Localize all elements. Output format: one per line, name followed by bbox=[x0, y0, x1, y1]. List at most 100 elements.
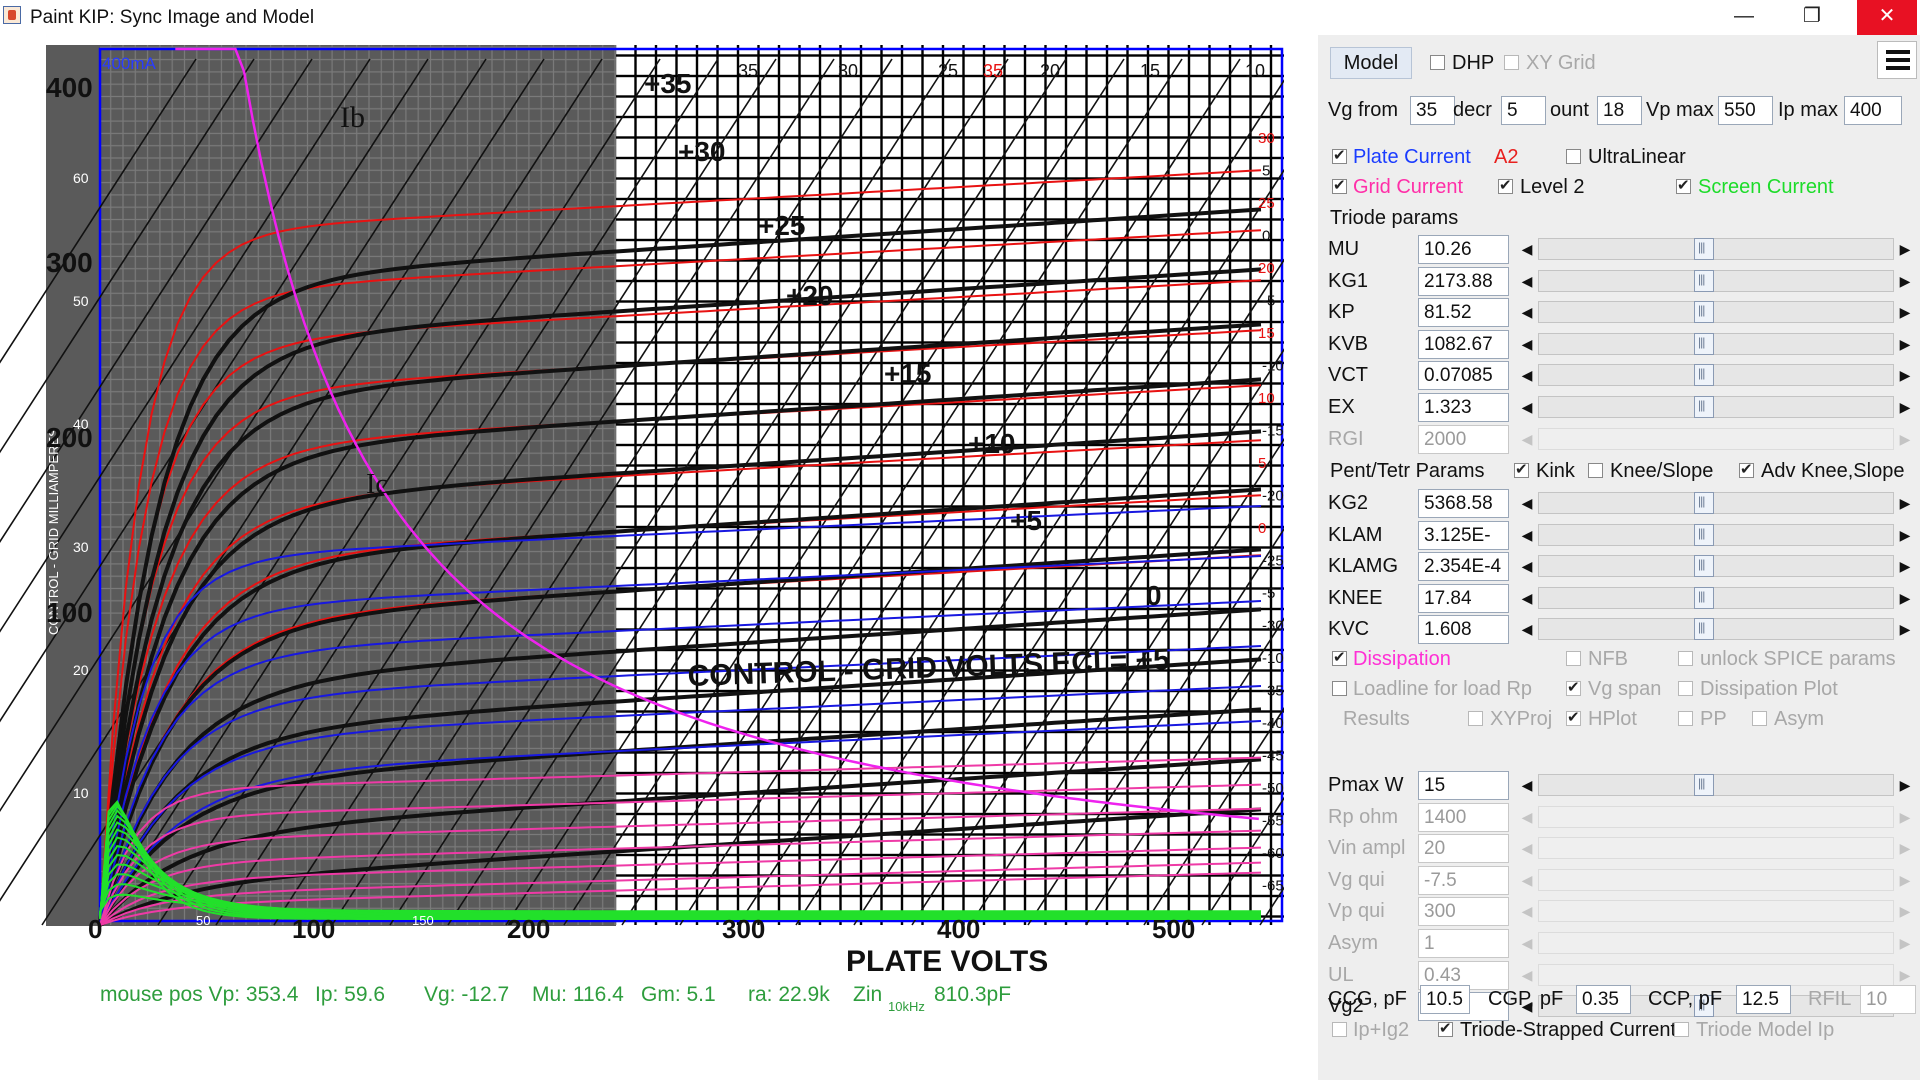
slider-track[interactable] bbox=[1538, 837, 1894, 860]
grid-current-checkbox[interactable] bbox=[1332, 176, 1347, 194]
count-input[interactable]: 18 bbox=[1597, 96, 1642, 125]
slider-thumb[interactable] bbox=[1694, 269, 1714, 292]
triode-param-slider[interactable]: ◀▶ bbox=[1516, 331, 1916, 358]
slider-track[interactable] bbox=[1538, 301, 1894, 324]
loadline-checkbox[interactable] bbox=[1332, 681, 1347, 696]
scroll-right-icon[interactable]: ▶ bbox=[1894, 362, 1916, 389]
hplot-checkbox[interactable] bbox=[1566, 708, 1581, 726]
pent-param-slider[interactable]: ◀▶ bbox=[1516, 490, 1916, 517]
hamburger-menu-icon[interactable] bbox=[1877, 41, 1917, 79]
scroll-left-icon[interactable]: ◀ bbox=[1516, 962, 1538, 989]
asym-checkbox[interactable] bbox=[1752, 711, 1767, 726]
pp-checkbox[interactable] bbox=[1678, 711, 1693, 726]
scroll-right-icon[interactable]: ▶ bbox=[1894, 490, 1916, 517]
triode-param-slider[interactable]: ◀▶ bbox=[1516, 394, 1916, 421]
scroll-right-icon[interactable]: ▶ bbox=[1894, 331, 1916, 358]
xy-grid-checkbox[interactable] bbox=[1504, 55, 1519, 70]
scroll-left-icon[interactable]: ◀ bbox=[1516, 835, 1538, 862]
scroll-right-icon[interactable]: ▶ bbox=[1894, 299, 1916, 326]
xyproj-checkbox[interactable] bbox=[1468, 711, 1483, 726]
load-param-slider[interactable]: ◀▶ bbox=[1516, 772, 1916, 799]
triode-param-slider[interactable]: ◀▶ bbox=[1516, 299, 1916, 326]
triode-param-slider[interactable]: ◀▶ bbox=[1516, 426, 1916, 453]
pent-param-input[interactable]: 3.125E-10 bbox=[1418, 520, 1509, 573]
pent-param-input[interactable]: 5368.58 bbox=[1418, 489, 1509, 518]
scroll-left-icon[interactable]: ◀ bbox=[1516, 867, 1538, 894]
scroll-right-icon[interactable]: ▶ bbox=[1894, 835, 1916, 862]
slider-track[interactable] bbox=[1538, 427, 1894, 450]
dissipation-plot-checkbox[interactable] bbox=[1678, 681, 1693, 696]
load-param-input[interactable]: 15 bbox=[1418, 771, 1509, 800]
slider-thumb[interactable] bbox=[1694, 523, 1714, 546]
load-param-input[interactable]: 1400 bbox=[1418, 802, 1509, 832]
kink-checkbox[interactable] bbox=[1514, 460, 1529, 478]
scroll-left-icon[interactable]: ◀ bbox=[1516, 898, 1538, 925]
triode-param-input[interactable]: 1.323 bbox=[1418, 393, 1509, 422]
slider-thumb[interactable] bbox=[1694, 555, 1714, 578]
plate-curve-plot[interactable]: 400mA CONTROL - GRID MILLIAMPERES 400300… bbox=[0, 35, 1318, 980]
scroll-left-icon[interactable]: ◀ bbox=[1516, 362, 1538, 389]
scroll-left-icon[interactable]: ◀ bbox=[1516, 585, 1538, 612]
pent-param-slider[interactable]: ◀▶ bbox=[1516, 616, 1916, 643]
slider-thumb[interactable] bbox=[1694, 618, 1714, 641]
scroll-left-icon[interactable]: ◀ bbox=[1516, 331, 1538, 358]
slider-track[interactable] bbox=[1538, 900, 1894, 923]
scroll-left-icon[interactable]: ◀ bbox=[1516, 490, 1538, 517]
triode-param-slider[interactable]: ◀▶ bbox=[1516, 362, 1916, 389]
slider-track[interactable] bbox=[1538, 364, 1894, 387]
slider-track[interactable] bbox=[1538, 586, 1894, 609]
triode-param-input[interactable]: 10.26 bbox=[1418, 235, 1509, 264]
triode-param-input[interactable]: 2000 bbox=[1418, 424, 1509, 454]
slider-track[interactable] bbox=[1538, 555, 1894, 578]
scroll-left-icon[interactable]: ◀ bbox=[1516, 804, 1538, 831]
slider-track[interactable] bbox=[1538, 523, 1894, 546]
scroll-left-icon[interactable]: ◀ bbox=[1516, 394, 1538, 421]
level2-checkbox[interactable] bbox=[1498, 176, 1513, 194]
load-param-input[interactable]: 1 bbox=[1418, 929, 1509, 958]
plot-canvas[interactable]: 400mA CONTROL - GRID MILLIAMPERES 400 300… bbox=[0, 35, 1318, 1080]
slider-track[interactable] bbox=[1538, 269, 1894, 292]
ultralinear-checkbox[interactable] bbox=[1566, 149, 1581, 164]
decr-input[interactable]: 5 bbox=[1501, 96, 1546, 125]
cgp-input[interactable]: 0.35 bbox=[1576, 985, 1631, 1014]
scroll-left-icon[interactable]: ◀ bbox=[1516, 930, 1538, 957]
slider-track[interactable] bbox=[1538, 618, 1894, 641]
vg-from-input[interactable]: 35 bbox=[1410, 96, 1455, 125]
unlock-spice-checkbox[interactable] bbox=[1678, 651, 1693, 666]
scroll-right-icon[interactable]: ▶ bbox=[1894, 867, 1916, 894]
slider-thumb[interactable] bbox=[1694, 301, 1714, 324]
scroll-left-icon[interactable]: ◀ bbox=[1516, 553, 1538, 580]
pent-param-slider[interactable]: ◀▶ bbox=[1516, 553, 1916, 580]
scroll-right-icon[interactable]: ▶ bbox=[1894, 804, 1916, 831]
slider-track[interactable] bbox=[1538, 868, 1894, 891]
nfb-checkbox[interactable] bbox=[1566, 651, 1581, 666]
scroll-right-icon[interactable]: ▶ bbox=[1894, 898, 1916, 925]
vp-max-input[interactable]: 550 bbox=[1718, 96, 1773, 125]
slider-thumb[interactable] bbox=[1694, 238, 1714, 260]
adv-knee-checkbox[interactable] bbox=[1739, 460, 1754, 478]
model-button[interactable]: Model bbox=[1330, 47, 1412, 79]
scroll-right-icon[interactable]: ▶ bbox=[1894, 236, 1916, 263]
slider-thumb[interactable] bbox=[1694, 774, 1714, 796]
load-param-slider[interactable]: ◀▶ bbox=[1516, 930, 1916, 957]
triode-param-input[interactable]: 1082.67 bbox=[1418, 329, 1509, 359]
pent-param-input[interactable]: 1.608 bbox=[1418, 615, 1509, 645]
slider-track[interactable] bbox=[1538, 963, 1894, 986]
scroll-right-icon[interactable]: ▶ bbox=[1894, 268, 1916, 295]
scroll-left-icon[interactable]: ◀ bbox=[1516, 772, 1538, 799]
load-param-input[interactable]: 20 bbox=[1418, 834, 1509, 864]
slider-track[interactable] bbox=[1538, 332, 1894, 355]
load-param-slider[interactable]: ◀▶ bbox=[1516, 898, 1916, 925]
triode-param-input[interactable]: 2173.88 bbox=[1418, 266, 1509, 296]
scroll-right-icon[interactable]: ▶ bbox=[1894, 930, 1916, 957]
scroll-right-icon[interactable]: ▶ bbox=[1894, 394, 1916, 421]
ccp-input[interactable]: 12.5 bbox=[1736, 985, 1791, 1014]
knee-slope-checkbox[interactable] bbox=[1588, 463, 1603, 478]
slider-track[interactable] bbox=[1538, 492, 1894, 514]
load-param-slider[interactable]: ◀▶ bbox=[1516, 804, 1916, 831]
triode-param-input[interactable]: 0.07085 bbox=[1418, 361, 1509, 391]
scroll-left-icon[interactable]: ◀ bbox=[1516, 616, 1538, 643]
triode-param-slider[interactable]: ◀▶ bbox=[1516, 236, 1916, 263]
vg-span-checkbox[interactable] bbox=[1566, 678, 1581, 696]
plate-current-checkbox[interactable] bbox=[1332, 146, 1347, 164]
